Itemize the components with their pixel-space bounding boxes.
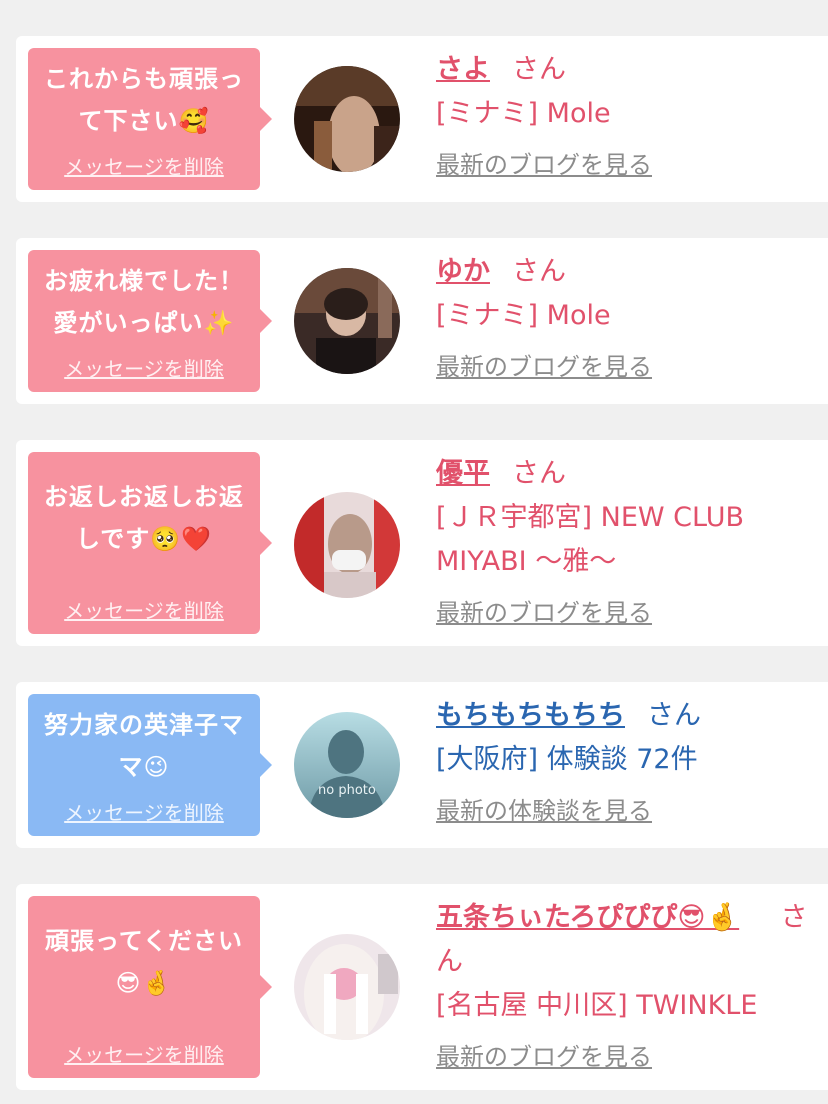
message-card: お疲れ様でした！ 愛がいっぱい✨ メッセージを削除 ゆか さん [ミナミ] Mol… xyxy=(16,238,828,404)
message-line: これからも頑張っ xyxy=(44,65,244,93)
message-bubble: お疲れ様でした！ 愛がいっぱい✨ メッセージを削除 xyxy=(28,250,272,392)
latest-review-link[interactable]: 最新の体験談を見る xyxy=(436,794,652,828)
shop-label: [ＪＲ宇都宮] NEW CLUB MIYABI 〜雅〜 xyxy=(436,496,808,584)
message-text: これからも頑張っ て下さい🥰 xyxy=(38,58,250,142)
message-line: 愛がいっぱい✨ xyxy=(53,309,235,337)
message-bubble: お返しお返しお返 しです🥺❤️ メッセージを削除 xyxy=(28,452,272,634)
delete-message-link[interactable]: メッセージを削除 xyxy=(28,797,260,826)
message-card: これからも頑張っ て下さい🥰 メッセージを削除 さよ さん [ミナミ] Mole … xyxy=(16,36,828,202)
honorific: さん xyxy=(512,54,566,85)
honorific-wrapped: さ xyxy=(780,896,808,940)
user-name-link[interactable]: 五条ちぃたろぴぴぴ😎🤞 xyxy=(436,902,739,933)
card-info: 五条ちぃたろぴぴぴ😎🤞 さ ん [名古屋 中川区] TWINKLE 最新のブログ… xyxy=(436,896,808,1074)
message-text: 頑張ってください 😎🤞 xyxy=(38,920,250,1004)
card-info: ゆか さん [ミナミ] Mole 最新のブログを見る xyxy=(436,250,808,384)
message-line: マ😉 xyxy=(118,753,170,781)
card-info: さよ さん [ミナミ] Mole 最新のブログを見る xyxy=(436,48,808,182)
message-line: しです🥺❤️ xyxy=(75,525,213,553)
message-line: 😎🤞 xyxy=(115,969,173,997)
message-text: 努力家の英津子マ マ😉 xyxy=(38,704,250,788)
latest-blog-link[interactable]: 最新のブログを見る xyxy=(436,1040,652,1074)
message-text: お疲れ様でした！ 愛がいっぱい✨ xyxy=(38,260,250,344)
message-line: お疲れ様でした！ xyxy=(44,267,244,295)
honorific-char: ん xyxy=(436,946,463,977)
shop-label: [ミナミ] Mole xyxy=(436,98,611,129)
user-name-link[interactable]: もちもちもちち xyxy=(436,700,625,731)
message-line: 頑張ってください xyxy=(44,927,244,955)
delete-message-link[interactable]: メッセージを削除 xyxy=(28,1039,260,1068)
latest-blog-link[interactable]: 最新のブログを見る xyxy=(436,148,652,182)
honorific: さん xyxy=(512,256,566,287)
latest-blog-link[interactable]: 最新のブログを見る xyxy=(436,596,652,630)
card-info: 優平 さん [ＪＲ宇都宮] NEW CLUB MIYABI 〜雅〜 最新のブログを… xyxy=(436,452,808,630)
user-name-link[interactable]: ゆか xyxy=(436,256,490,287)
shop-label: [ミナミ] Mole xyxy=(436,300,611,331)
shop-label: [名古屋 中川区] TWINKLE xyxy=(436,990,758,1021)
shop-line: [ＪＲ宇都宮] NEW CLUB xyxy=(436,502,745,533)
avatar[interactable] xyxy=(294,934,400,1040)
avatar[interactable] xyxy=(294,492,400,598)
message-line: て下さい🥰 xyxy=(78,107,210,135)
no-photo-text: no photo xyxy=(318,783,376,798)
message-line: お返しお返しお返 xyxy=(44,483,244,511)
shop-line: MIYABI 〜雅〜 xyxy=(436,546,617,577)
message-line: 努力家の英津子マ xyxy=(44,711,244,739)
honorific-char: さ xyxy=(780,902,808,933)
card-info: もちもちもちち さん [大阪府] 体験談 72件 最新の体験談を見る xyxy=(436,694,808,828)
avatar[interactable] xyxy=(294,66,400,172)
honorific: さん xyxy=(647,700,701,731)
message-card: 努力家の英津子マ マ😉 メッセージを削除 no photo もちもちもちち さん… xyxy=(16,682,828,848)
message-bubble: これからも頑張っ て下さい🥰 メッセージを削除 xyxy=(28,48,272,190)
honorific: さん xyxy=(512,458,566,489)
delete-message-link[interactable]: メッセージを削除 xyxy=(28,151,260,180)
delete-message-link[interactable]: メッセージを削除 xyxy=(28,595,260,624)
message-list: これからも頑張っ て下さい🥰 メッセージを削除 さよ さん [ミナミ] Mole … xyxy=(0,0,828,1104)
latest-blog-link[interactable]: 最新のブログを見る xyxy=(436,350,652,384)
message-card: 頑張ってください 😎🤞 メッセージを削除 五条ちぃたろぴぴぴ😎🤞 さ ん [名古… xyxy=(16,884,828,1090)
no-photo-avatar[interactable]: no photo xyxy=(294,712,400,818)
user-name-link[interactable]: 優平 xyxy=(436,458,490,489)
delete-message-link[interactable]: メッセージを削除 xyxy=(28,353,260,382)
user-name-link[interactable]: さよ xyxy=(436,54,490,85)
avatar[interactable] xyxy=(294,268,400,374)
message-bubble: 頑張ってください 😎🤞 メッセージを削除 xyxy=(28,896,272,1078)
message-text: お返しお返しお返 しです🥺❤️ xyxy=(38,476,250,560)
message-bubble: 努力家の英津子マ マ😉 メッセージを削除 xyxy=(28,694,272,836)
shop-label: [大阪府] 体験談 72件 xyxy=(436,744,698,775)
message-card: お返しお返しお返 しです🥺❤️ メッセージを削除 優平 さん [ＪＲ宇都宮] NE… xyxy=(16,440,828,646)
